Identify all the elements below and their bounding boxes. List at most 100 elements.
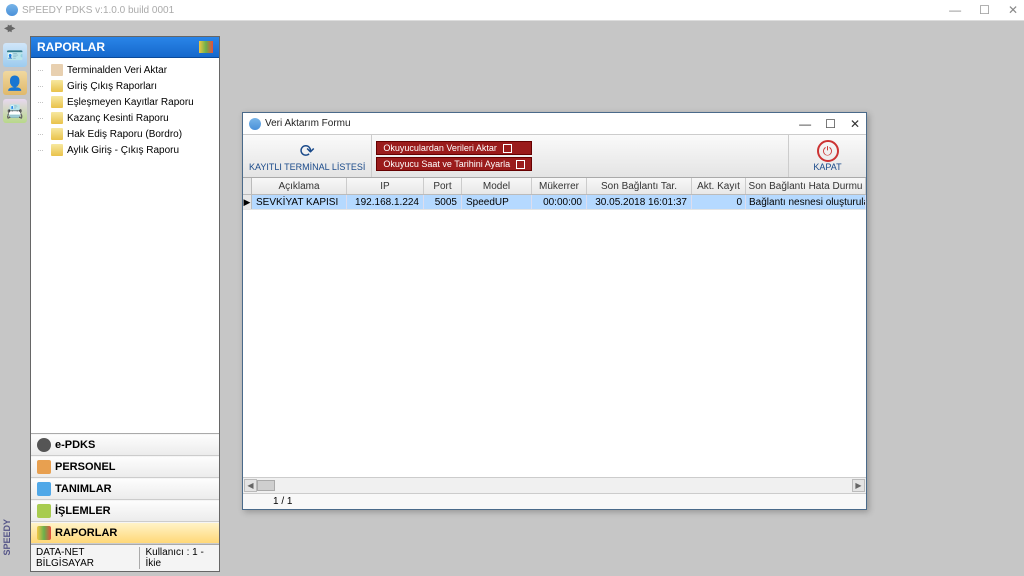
cat-islemler[interactable]: İŞLEMLER [31,500,219,522]
aktar-verileri-button[interactable]: Okuyuculardan Verileri Aktar [376,141,532,155]
red-label: Okuyuculardan Verileri Aktar [383,143,497,153]
cat-label: PERSONEL [55,461,116,473]
row-indicator-icon: ▶ [243,195,252,209]
terminal-grid: Açıklama IP Port Model Mükerrer Son Bağl… [243,178,866,509]
horizontal-scrollbar[interactable]: ◀ ▶ [243,477,866,493]
scroll-left-icon[interactable]: ◀ [244,479,257,492]
tree-label: Hak Ediş Raporu (Bordro) [67,129,182,140]
kapat-label: KAPAT [813,162,841,172]
dialog-maximize-button[interactable]: ☐ [825,117,836,131]
raporlar-icon [37,526,51,540]
cat-label: TANIMLAR [55,483,112,495]
terminal-list-button[interactable]: ⟳ KAYITLI TERMİNAL LİSTESİ [243,135,372,177]
app-title: SPEEDY PDKS v:1.0.0 build 0001 [22,5,174,16]
cell-mukerrer: 00:00:00 [532,195,587,209]
cell-hata: Bağlantı nesnesi oluşturulamadı. [746,195,866,209]
islemler-icon [37,504,51,518]
main-window-controls: — ☐ ✕ [949,3,1018,17]
col-model[interactable]: Model [462,178,532,194]
tree-label: Giriş Çıkış Raporları [67,81,157,92]
sidebar-header-title: RAPORLAR [37,40,105,54]
grid-row[interactable]: ▶ SEVKİYAT KAPISI 192.168.1.224 5005 Spe… [243,195,866,210]
checkbox-icon[interactable] [516,160,525,169]
cell-aciklama: SEVKİYAT KAPISI [252,195,347,209]
dialog-minimize-button[interactable]: — [799,117,811,131]
cat-raporlar[interactable]: RAPORLAR [31,522,219,544]
dialog-window-controls: — ☐ ✕ [799,117,860,131]
main-titlebar: SPEEDY PDKS v:1.0.0 build 0001 — ☐ ✕ [0,0,1024,21]
tree-item-hakedis[interactable]: Hak Ediş Raporu (Bordro) [33,126,217,142]
tanimlar-icon [37,482,51,496]
maximize-button[interactable]: ☐ [979,3,990,17]
folder-icon [51,64,63,76]
dialog-title: Veri Aktarım Formu [265,118,351,129]
vbar-icon-3[interactable]: 📇 [3,99,27,123]
col-akt-kayit[interactable]: Akt. Kayıt [692,178,746,194]
report-icon [51,112,63,124]
col-port[interactable]: Port [424,178,462,194]
cell-son: 30.05.2018 16:01:37 [587,195,692,209]
report-icon [51,96,63,108]
status-host: DATA-NET BİLGİSAYAR [36,547,133,569]
col-hata[interactable]: Son Bağlantı Hata Durmu [746,178,866,194]
col-aciklama[interactable]: Açıklama [252,178,347,194]
dialog-toolbar: ⟳ KAYITLI TERMİNAL LİSTESİ Okuyuculardan… [243,135,866,178]
tree-item-kazanc[interactable]: Kazanç Kesinti Raporu [33,110,217,126]
tree-label: Eşleşmeyen Kayıtlar Raporu [67,97,194,108]
tree-item-aylik[interactable]: Aylık Giriş - Çıkış Raporu [33,142,217,158]
kapat-button[interactable]: ⏻ KAPAT [788,135,866,177]
report-icon [51,80,63,92]
status-bar: DATA-NET BİLGİSAYAR Kullanıcı : 1 - İkie [31,544,219,571]
cell-model: SpeedUP [462,195,532,209]
tree-label: Terminalden Veri Aktar [67,65,167,76]
grid-header: Açıklama IP Port Model Mükerrer Son Bağl… [243,178,866,195]
cell-port: 5005 [424,195,462,209]
dialog-titlebar[interactable]: Veri Aktarım Formu — ☐ ✕ [243,113,866,135]
vbar-icon-1[interactable]: 🪪 [3,43,27,67]
red-label: Okuyucu Saat ve Tarihini Ayarla [383,159,510,169]
tree-label: Kazanç Kesinti Raporu [67,113,169,124]
veri-aktarim-dialog: Veri Aktarım Formu — ☐ ✕ ⟳ KAYITLI TERMİ… [242,112,867,510]
ayarla-saat-button[interactable]: Okuyucu Saat ve Tarihini Ayarla [376,157,532,171]
col-son-baglanti[interactable]: Son Bağlantı Tar. [587,178,692,194]
reports-chart-icon [199,41,213,53]
vbar-icon-2[interactable]: 👤 [3,71,27,95]
personel-icon [37,460,51,474]
minimize-button[interactable]: — [949,3,961,17]
tree-label: Aylık Giriş - Çıkış Raporu [67,145,179,156]
scroll-thumb[interactable] [257,480,275,491]
cat-label: İŞLEMLER [55,505,111,517]
cat-label: RAPORLAR [55,527,117,539]
sidebar-categories: e-PDKS PERSONEL TANIMLAR İŞLEMLER RAPORL… [31,433,219,544]
tree-item-giris-cikis[interactable]: Giriş Çıkış Raporları [33,78,217,94]
report-tree: Terminalden Veri Aktar Giriş Çıkış Rapor… [31,58,219,433]
refresh-icon: ⟳ [300,141,315,162]
scroll-right-icon[interactable]: ▶ [852,479,865,492]
cell-ip: 192.168.1.224 [347,195,424,209]
cat-label: e-PDKS [55,439,95,451]
speedy-logo-text: SPEEDY [2,519,12,556]
terminal-list-label: KAYITLI TERMİNAL LİSTESİ [249,162,365,172]
cat-tanimlar[interactable]: TANIMLAR [31,478,219,500]
checkbox-icon[interactable] [503,144,512,153]
status-user: Kullanıcı : 1 - İkie [139,547,214,569]
epdks-icon [37,438,51,452]
cat-epdks[interactable]: e-PDKS [31,434,219,456]
red-actions: Okuyuculardan Verileri Aktar Okuyucu Saa… [372,135,536,177]
row-selector-head [243,178,252,194]
tree-item-terminal-aktar[interactable]: Terminalden Veri Aktar [33,62,217,78]
report-icon [51,144,63,156]
sidebar-header: RAPORLAR [31,37,219,58]
cat-personel[interactable]: PERSONEL [31,456,219,478]
dialog-close-button[interactable]: ✕ [850,117,860,131]
tree-item-eslesmeyen[interactable]: Eşleşmeyen Kayıtlar Raporu [33,94,217,110]
report-icon [51,128,63,140]
vertical-icon-bar: ◀▶ 🪪 👤 📇 [0,21,30,576]
nav-arrows-icon[interactable]: ◀▶ [4,23,11,34]
col-ip[interactable]: IP [347,178,424,194]
col-mukerrer[interactable]: Mükerrer [532,178,587,194]
sidebar-panel: RAPORLAR Terminalden Veri Aktar Giriş Çı… [30,36,220,572]
close-button[interactable]: ✕ [1008,3,1018,17]
grid-empty-area [243,210,866,477]
power-icon: ⏻ [817,140,839,162]
